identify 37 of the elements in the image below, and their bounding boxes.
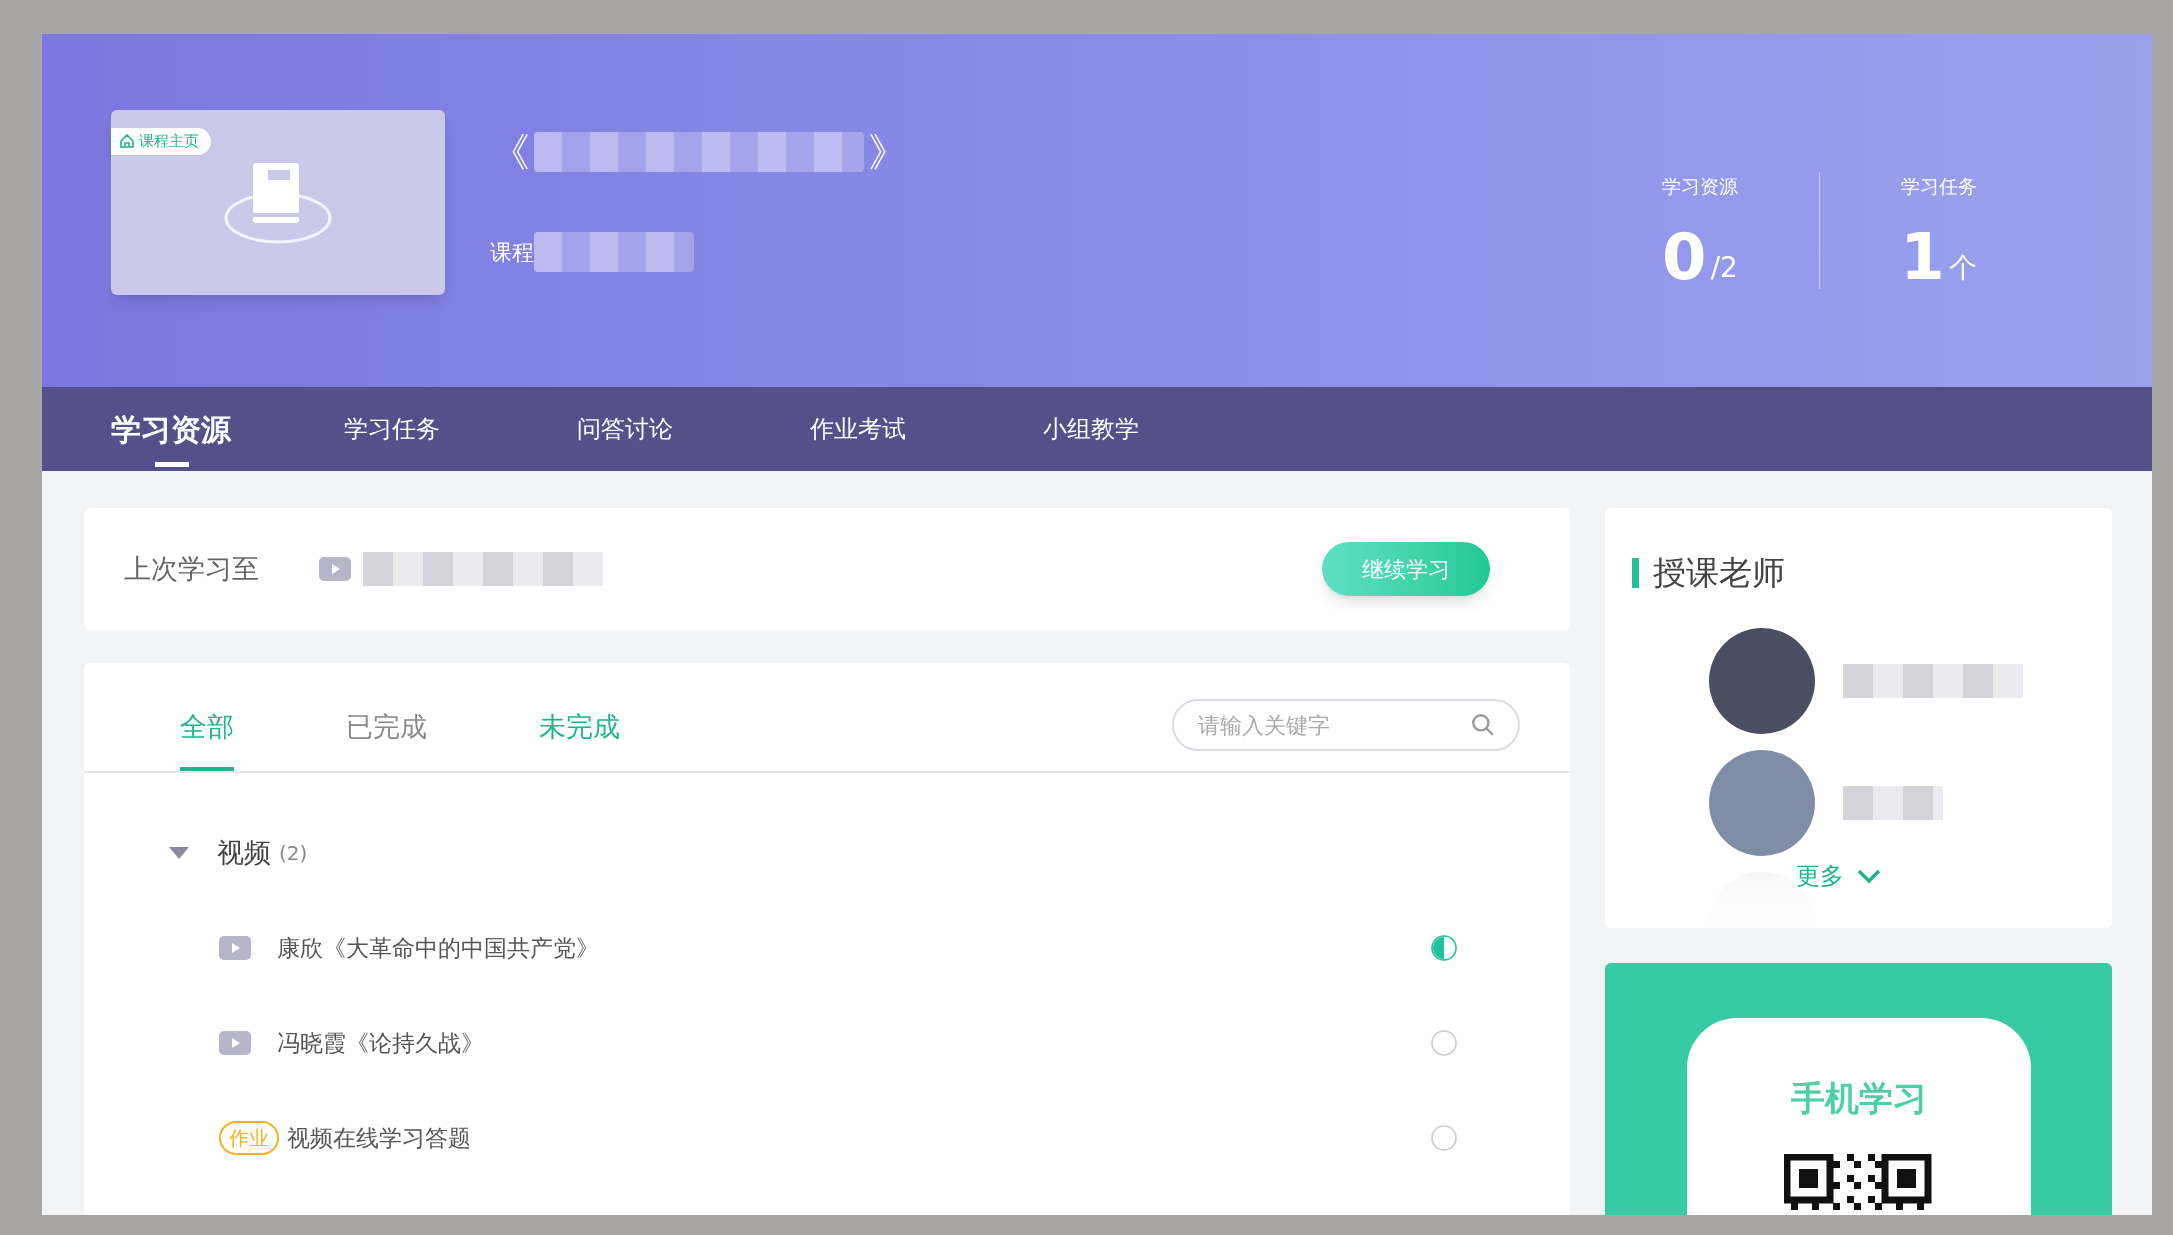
stat-unit: /2 [1710,249,1738,286]
search-icon[interactable] [1470,712,1496,738]
stat-unit: 个 [1948,249,1977,286]
nav-tab[interactable]: 问答讨论 [577,411,673,447]
active-underline [155,462,189,467]
item-title: 冯晓霞《论持久战》 [277,1028,484,1058]
nav-tab[interactable]: 学习资源 [111,406,231,452]
course-code-label: 课程 [490,238,534,267]
card-title: 授课老师 [1653,552,1785,594]
play-icon [319,557,351,581]
heading-accent-bar [1632,557,1639,588]
stat-value: 1 [1900,224,1945,289]
stat-label: 学习资源 [1662,174,1738,199]
mobile-title: 手机学习 [1790,1077,1927,1120]
assignment-tag: 作业 [219,1121,279,1155]
tag-label: 课程主页 [139,131,199,152]
title-bracket: 《 [490,128,530,177]
item-title: 康欣《大革命中的中国共产党》 [277,933,599,963]
home-icon [119,133,135,150]
resource-item[interactable]: 康欣《大革命中的中国共产党》 [84,900,1570,996]
chevron-down-icon [1855,868,1882,884]
play-icon [219,936,251,960]
nav-tab[interactable]: 学习任务 [344,411,440,447]
play-icon [219,1031,251,1055]
resource-item[interactable]: 冯晓霞《论持久战》 [84,995,1570,1091]
nav-tab[interactable]: 小组教学 [1043,411,1139,447]
group-title: 视频 [217,836,271,870]
stat-value: 0 [1662,224,1707,289]
stat-label: 学习任务 [1900,174,1977,199]
nav-tab[interactable]: 作业考试 [810,411,906,447]
item-title: 视频在线学习答题 [287,1123,471,1153]
last-study-label: 上次学习至 [124,551,259,586]
title-bracket: 》 [868,128,908,177]
resource-item[interactable]: 作业 视频在线学习答题 [84,1090,1570,1186]
group-count: (2) [279,840,308,868]
filter-tab[interactable]: 已完成 [346,706,427,771]
search-field[interactable]: 请输入关键字 [1172,699,1520,751]
